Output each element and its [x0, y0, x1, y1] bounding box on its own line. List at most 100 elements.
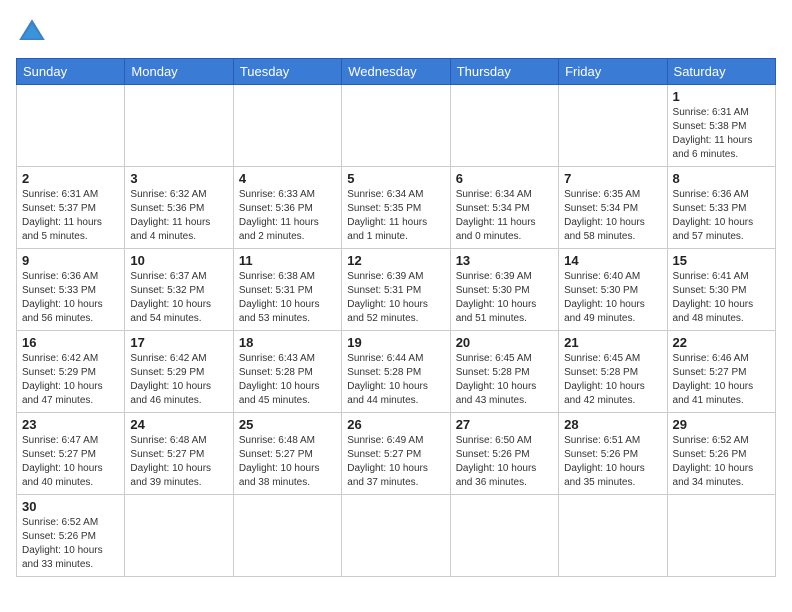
day-number: 24 [130, 417, 227, 432]
day-info: Sunrise: 6:45 AMSunset: 5:28 PMDaylight:… [456, 353, 537, 406]
table-row: 29 Sunrise: 6:52 AMSunset: 5:26 PMDayligh… [667, 413, 775, 495]
header-saturday: Saturday [667, 59, 775, 85]
table-row: 6 Sunrise: 6:34 AMSunset: 5:34 PMDaylight… [450, 167, 558, 249]
day-number: 9 [22, 253, 119, 268]
day-number: 29 [673, 417, 770, 432]
header-sunday: Sunday [17, 59, 125, 85]
table-row: 23 Sunrise: 6:47 AMSunset: 5:27 PMDayligh… [17, 413, 125, 495]
page: Sunday Monday Tuesday Wednesday Thursday… [0, 0, 792, 612]
table-row: 2Sunrise: 6:31 AMSunset: 5:37 PMDaylight… [17, 167, 125, 249]
empty-cell [17, 85, 125, 167]
day-number: 3 [130, 171, 227, 186]
table-row: 30 Sunrise: 6:52 AMSunset: 5:26 PMDayligh… [17, 495, 125, 577]
table-row: 8Sunrise: 6:36 AMSunset: 5:33 PMDaylight… [667, 167, 775, 249]
day-info: Sunrise: 6:47 AMSunset: 5:27 PMDaylight:… [22, 435, 103, 488]
day-number: 1 [673, 89, 770, 104]
day-number: 12 [347, 253, 444, 268]
day-number: 2 [22, 171, 119, 186]
logo-icon [16, 16, 48, 48]
day-info: Sunrise: 6:37 AMSunset: 5:32 PMDaylight:… [130, 271, 211, 324]
day-number: 30 [22, 499, 119, 514]
table-row: 18 Sunrise: 6:43 AMSunset: 5:28 PMDayligh… [233, 331, 341, 413]
day-info: Sunrise: 6:36 AMSunset: 5:33 PMDaylight:… [673, 189, 754, 242]
day-info: Sunrise: 6:52 AMSunset: 5:26 PMDaylight:… [22, 517, 103, 570]
day-info: Sunrise: 6:48 AMSunset: 5:27 PMDaylight:… [239, 435, 320, 488]
day-info: Sunrise: 6:39 AMSunset: 5:30 PMDaylight:… [456, 271, 537, 324]
day-number: 15 [673, 253, 770, 268]
day-info: Sunrise: 6:34 AMSunset: 5:35 PMDaylight:… [347, 189, 427, 242]
day-number: 14 [564, 253, 661, 268]
day-info: Sunrise: 6:43 AMSunset: 5:28 PMDaylight:… [239, 353, 320, 406]
day-number: 23 [22, 417, 119, 432]
header-thursday: Thursday [450, 59, 558, 85]
calendar-table: Sunday Monday Tuesday Wednesday Thursday… [16, 58, 776, 577]
calendar-week-row: 23 Sunrise: 6:47 AMSunset: 5:27 PMDayligh… [17, 413, 776, 495]
table-row: 16Sunrise: 6:42 AMSunset: 5:29 PMDayligh… [17, 331, 125, 413]
empty-cell [342, 495, 450, 577]
day-info: Sunrise: 6:45 AMSunset: 5:28 PMDaylight:… [564, 353, 645, 406]
table-row: 14Sunrise: 6:40 AMSunset: 5:30 PMDayligh… [559, 249, 667, 331]
day-number: 13 [456, 253, 553, 268]
table-row: 11 Sunrise: 6:38 AMSunset: 5:31 PMDayligh… [233, 249, 341, 331]
empty-cell [125, 495, 233, 577]
day-number: 10 [130, 253, 227, 268]
table-row: 20 Sunrise: 6:45 AMSunset: 5:28 PMDayligh… [450, 331, 558, 413]
day-number: 6 [456, 171, 553, 186]
day-info: Sunrise: 6:51 AMSunset: 5:26 PMDaylight:… [564, 435, 645, 488]
table-row: 19 Sunrise: 6:44 AMSunset: 5:28 PMDayligh… [342, 331, 450, 413]
table-row: 24Sunrise: 6:48 AMSunset: 5:27 PMDayligh… [125, 413, 233, 495]
day-number: 27 [456, 417, 553, 432]
day-number: 26 [347, 417, 444, 432]
day-number: 19 [347, 335, 444, 350]
empty-cell [559, 495, 667, 577]
header [16, 16, 776, 48]
table-row: 27 Sunrise: 6:50 AMSunset: 5:26 PMDayligh… [450, 413, 558, 495]
table-row: 5 Sunrise: 6:34 AMSunset: 5:35 PMDaylight… [342, 167, 450, 249]
day-info: Sunrise: 6:35 AMSunset: 5:34 PMDaylight:… [564, 189, 645, 242]
day-number: 18 [239, 335, 336, 350]
day-number: 7 [564, 171, 661, 186]
logo [16, 16, 52, 48]
day-info: Sunrise: 6:52 AMSunset: 5:26 PMDaylight:… [673, 435, 754, 488]
day-number: 28 [564, 417, 661, 432]
day-info: Sunrise: 6:44 AMSunset: 5:28 PMDaylight:… [347, 353, 428, 406]
table-row: 3Sunrise: 6:32 AMSunset: 5:36 PMDaylight… [125, 167, 233, 249]
day-number: 4 [239, 171, 336, 186]
day-number: 11 [239, 253, 336, 268]
calendar-week-row: 2Sunrise: 6:31 AMSunset: 5:37 PMDaylight… [17, 167, 776, 249]
day-info: Sunrise: 6:50 AMSunset: 5:26 PMDaylight:… [456, 435, 537, 488]
empty-cell [450, 495, 558, 577]
calendar-week-row: 9 Sunrise: 6:36 AMSunset: 5:33 PMDaylight… [17, 249, 776, 331]
day-info: Sunrise: 6:38 AMSunset: 5:31 PMDaylight:… [239, 271, 320, 324]
day-info: Sunrise: 6:36 AMSunset: 5:33 PMDaylight:… [22, 271, 103, 324]
table-row: 25Sunrise: 6:48 AMSunset: 5:27 PMDayligh… [233, 413, 341, 495]
day-info: Sunrise: 6:42 AMSunset: 5:29 PMDaylight:… [22, 353, 103, 406]
empty-cell [667, 495, 775, 577]
day-info: Sunrise: 6:34 AMSunset: 5:34 PMDaylight:… [456, 189, 536, 242]
table-row: 22Sunrise: 6:46 AMSunset: 5:27 PMDayligh… [667, 331, 775, 413]
day-info: Sunrise: 6:33 AMSunset: 5:36 PMDaylight:… [239, 189, 319, 242]
calendar-week-row: 1Sunrise: 6:31 AMSunset: 5:38 PMDaylight… [17, 85, 776, 167]
table-row: 10 Sunrise: 6:37 AMSunset: 5:32 PMDayligh… [125, 249, 233, 331]
table-row: 7 Sunrise: 6:35 AMSunset: 5:34 PMDaylight… [559, 167, 667, 249]
table-row: 12 Sunrise: 6:39 AMSunset: 5:31 PMDayligh… [342, 249, 450, 331]
empty-cell [342, 85, 450, 167]
table-row: 21 Sunrise: 6:45 AMSunset: 5:28 PMDayligh… [559, 331, 667, 413]
day-number: 20 [456, 335, 553, 350]
header-monday: Monday [125, 59, 233, 85]
day-number: 21 [564, 335, 661, 350]
table-row: 1Sunrise: 6:31 AMSunset: 5:38 PMDaylight… [667, 85, 775, 167]
calendar-week-row: 16Sunrise: 6:42 AMSunset: 5:29 PMDayligh… [17, 331, 776, 413]
day-info: Sunrise: 6:41 AMSunset: 5:30 PMDaylight:… [673, 271, 754, 324]
day-info: Sunrise: 6:49 AMSunset: 5:27 PMDaylight:… [347, 435, 428, 488]
day-number: 5 [347, 171, 444, 186]
day-info: Sunrise: 6:46 AMSunset: 5:27 PMDaylight:… [673, 353, 754, 406]
header-wednesday: Wednesday [342, 59, 450, 85]
day-info: Sunrise: 6:42 AMSunset: 5:29 PMDaylight:… [130, 353, 211, 406]
empty-cell [233, 495, 341, 577]
day-info: Sunrise: 6:39 AMSunset: 5:31 PMDaylight:… [347, 271, 428, 324]
table-row: 26 Sunrise: 6:49 AMSunset: 5:27 PMDayligh… [342, 413, 450, 495]
empty-cell [233, 85, 341, 167]
header-friday: Friday [559, 59, 667, 85]
header-tuesday: Tuesday [233, 59, 341, 85]
